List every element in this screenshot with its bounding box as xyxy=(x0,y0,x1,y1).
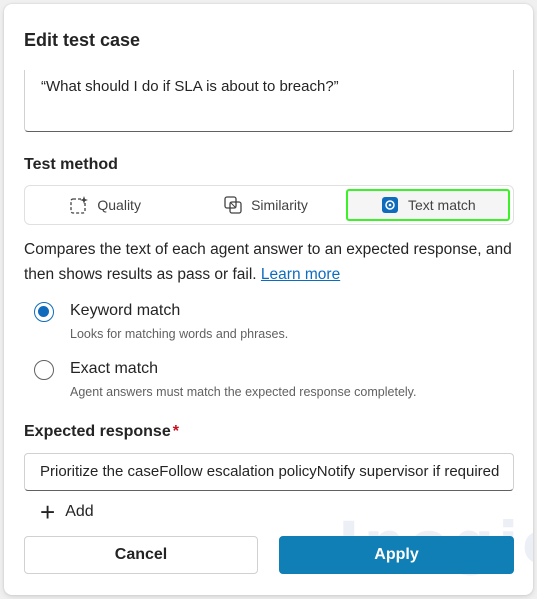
expected-response-value: Prioritize the caseFollow escalation pol… xyxy=(40,463,500,480)
keyword-match-description: Looks for matching words and phrases. xyxy=(70,327,289,341)
method-description: Compares the text of each agent answer t… xyxy=(24,237,524,287)
expected-response-label-text: Expected response xyxy=(24,423,171,440)
exact-match-radio[interactable] xyxy=(34,360,54,380)
text-match-icon xyxy=(380,195,400,215)
apply-button[interactable]: Apply xyxy=(279,536,514,574)
tab-quality[interactable]: Quality xyxy=(25,186,185,224)
tab-similarity[interactable]: Similarity xyxy=(185,186,345,224)
question-field[interactable]: “What should I do if SLA is about to bre… xyxy=(24,70,514,132)
learn-more-link[interactable]: Learn more xyxy=(261,266,340,283)
tab-similarity-label: Similarity xyxy=(251,197,308,213)
dialog-title: Edit test case xyxy=(24,30,141,50)
overlap-squares-icon xyxy=(223,195,243,215)
add-button[interactable]: + Add xyxy=(40,498,94,526)
exact-match-option[interactable]: Exact match Agent answers must match the… xyxy=(34,359,416,399)
test-method-label: Test method xyxy=(24,156,118,173)
exact-match-label: Exact match xyxy=(70,360,159,377)
sparkle-frame-icon xyxy=(69,195,89,215)
tab-text-match-label: Text match xyxy=(407,197,476,213)
keyword-match-label: Keyword match xyxy=(70,302,181,319)
tab-text-match[interactable]: Text match xyxy=(345,189,510,221)
question-text: “What should I do if SLA is about to bre… xyxy=(41,78,339,95)
keyword-match-option[interactable]: Keyword match Looks for matching words a… xyxy=(34,301,288,341)
test-method-selector: Quality Similarity Text match xyxy=(24,185,514,225)
cancel-button[interactable]: Cancel xyxy=(24,536,258,574)
plus-icon: + xyxy=(40,497,56,527)
edit-test-case-dialog: Edit test case “What should I do if SLA … xyxy=(4,4,533,595)
add-button-label: Add xyxy=(65,503,94,520)
keyword-match-radio[interactable] xyxy=(34,302,54,322)
required-mark: * xyxy=(172,423,179,440)
tab-quality-label: Quality xyxy=(97,197,141,213)
expected-response-label: Expected response * xyxy=(24,423,179,441)
exact-match-description: Agent answers must match the expected re… xyxy=(70,385,417,399)
expected-response-input[interactable]: Prioritize the caseFollow escalation pol… xyxy=(24,453,514,491)
